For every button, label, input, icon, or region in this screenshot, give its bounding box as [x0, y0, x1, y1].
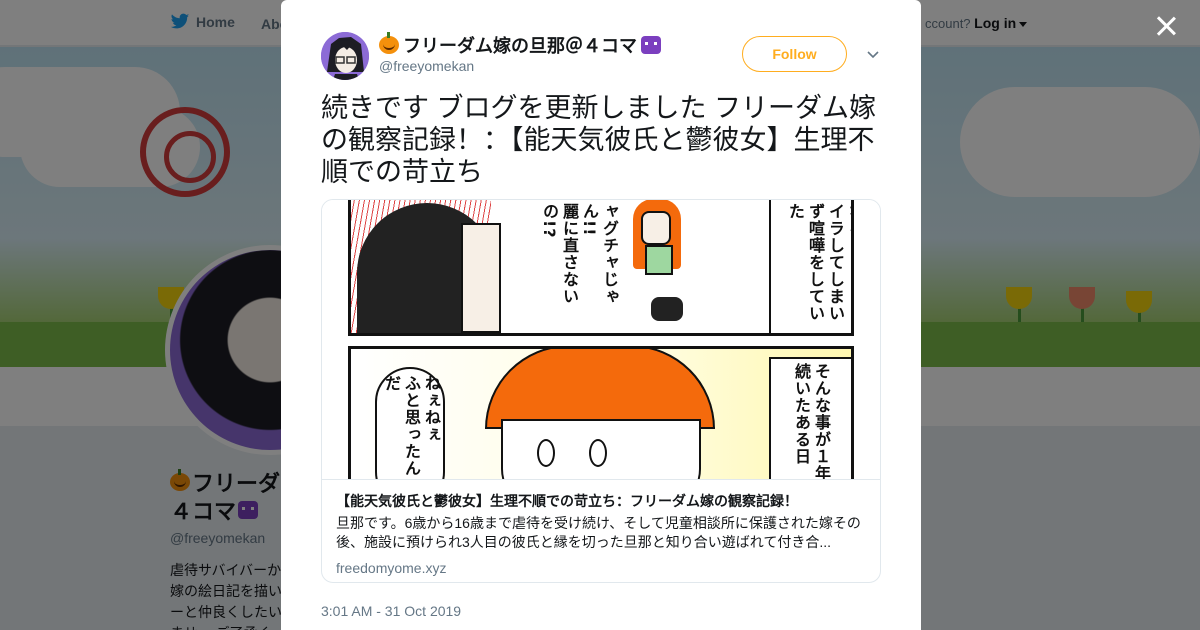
manga-narration-border: [769, 200, 771, 333]
follow-button[interactable]: Follow: [742, 36, 847, 72]
manga-character-face: [461, 223, 501, 333]
manga-shoe: [651, 297, 683, 321]
manga-girl-body: [645, 245, 673, 275]
link-preview-card[interactable]: ャグチャじゃん!! 麗に直さないの!? なると イラしてしまい ず喧嘩をしていた…: [321, 199, 881, 583]
tweet-text: 続きです ブログを更新しました フリーダム嫁の観察記録！：【能天気彼氏と鬱彼女】…: [321, 93, 877, 187]
space-invader-emoji-icon: [641, 36, 661, 54]
close-icon[interactable]: [1152, 12, 1180, 40]
manga-speech-1: ャグチャじゃん!! 麗に直さないの!?: [540, 203, 619, 305]
manga-narration-1: なると イラしてしまい ず喧嘩をしていた: [786, 203, 854, 322]
manga-panel-bottom: ねぇねぇ ふと思ったんだ そんな事が１年 続いたある日: [348, 346, 854, 480]
manga-panel-top: ャグチャじゃん!! 麗に直さないの!? なると イラしてしまい ず喧嘩をしていた: [348, 200, 854, 336]
card-image-manga: ャグチャじゃん!! 麗に直さないの!? なると イラしてしまい ず喧嘩をしていた…: [322, 200, 880, 480]
author-handle[interactable]: @freeyomekan: [379, 58, 474, 74]
manga-girl-face: [641, 211, 671, 245]
card-title: 【能天気彼氏と鬱彼女】生理不順での苛立ち：フリーダム嫁の観察記録！: [336, 493, 798, 509]
author-name-text: フリーダム嫁の旦那＠４コマ: [403, 36, 637, 56]
author-name[interactable]: フリーダム嫁の旦那＠４コマ: [379, 32, 661, 58]
manga-eye-right: [589, 439, 607, 467]
card-description: 旦那です。6歳から16歳まで虐待を受け続け、そして児童相談所に保護された嫁その後…: [336, 515, 861, 550]
avatar-illustration: [321, 32, 369, 80]
card-domain: freedomyome.xyz: [336, 560, 447, 576]
card-body: 【能天気彼氏と鬱彼女】生理不順での苛立ち：フリーダム嫁の観察記録！ 旦那です。6…: [336, 491, 866, 576]
manga-speech-2: ねぇねぇ ふと思ったんだ: [382, 375, 441, 477]
tweet-timestamp[interactable]: 3:01 AM - 31 Oct 2019: [321, 603, 461, 619]
manga-girl-hair-large: [485, 349, 715, 429]
author-avatar[interactable]: [321, 32, 369, 80]
pumpkin-emoji-icon: [379, 32, 399, 54]
manga-narration-2: そんな事が１年 続いたある日: [792, 363, 831, 480]
chevron-down-icon[interactable]: [867, 48, 879, 60]
manga-eye-left: [537, 439, 555, 467]
tweet-modal: フリーダム嫁の旦那＠４コマ @freeyomekan Follow 続きです ブ…: [281, 0, 921, 630]
